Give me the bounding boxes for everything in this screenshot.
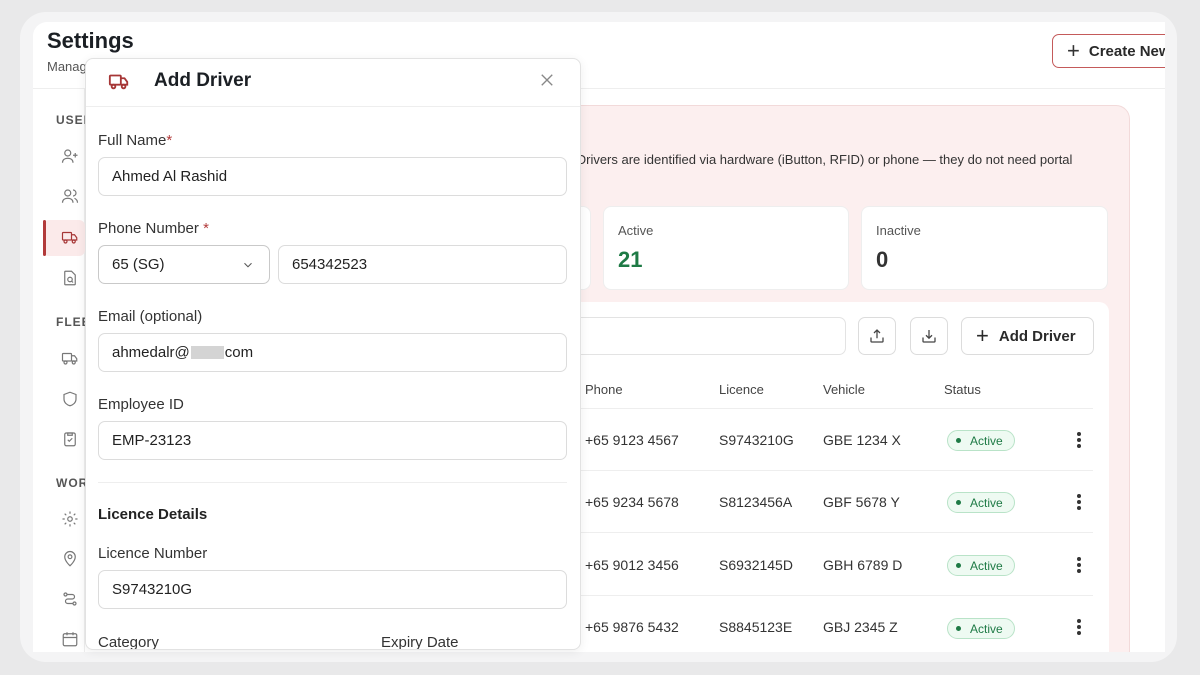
stat-active-value: 21	[618, 247, 643, 272]
user-plus-icon[interactable]	[61, 147, 79, 165]
stat-card-active: Active 21	[603, 206, 849, 290]
plus-icon: +	[1067, 38, 1080, 63]
cell-phone: +65 9876 5432	[585, 619, 679, 635]
status-label: Active	[970, 558, 1003, 573]
page-title: Settings	[47, 28, 134, 53]
vehicle-icon[interactable]	[61, 349, 79, 367]
required-mark: *	[203, 220, 209, 237]
section-divider	[98, 482, 567, 483]
status-label: Active	[970, 621, 1003, 636]
map-pin-icon[interactable]	[61, 550, 79, 568]
stat-inactive-value: 0	[876, 247, 889, 272]
column-header-phone[interactable]: Phone	[585, 382, 623, 397]
employee-id-input[interactable]: EMP-23123	[98, 421, 567, 460]
modal-title: Add Driver	[154, 70, 252, 91]
phone-number-input[interactable]: 654342523	[278, 245, 567, 284]
gear-icon[interactable]	[61, 510, 79, 528]
stat-active-label: Active	[618, 223, 654, 238]
employee-id-label: Employee ID	[98, 396, 184, 413]
drivers-info-text: s. Drivers are identified via hardware (…	[563, 152, 1073, 167]
cell-licence: S8845123E	[719, 619, 793, 635]
truck-icon[interactable]	[61, 228, 79, 246]
full-name-input[interactable]: Ahmed Al Rashid	[98, 157, 567, 196]
upload-icon	[870, 329, 884, 343]
page-subtitle: Manag	[47, 59, 87, 74]
email-label: Email (optional)	[98, 308, 203, 325]
cell-vehicle: GBJ 2345 Z	[823, 619, 898, 635]
required-mark: *	[166, 132, 173, 149]
licence-number-input[interactable]: S9743210G	[98, 570, 567, 609]
search-input[interactable]	[553, 317, 846, 355]
sidebar: USER FLEE WOR	[33, 89, 92, 652]
cell-vehicle: GBE 1234 X	[823, 432, 901, 448]
cell-licence: S8123456A	[719, 494, 793, 510]
chevron-down-icon	[241, 258, 255, 272]
column-header-vehicle[interactable]: Vehicle	[823, 382, 865, 397]
cell-licence: S9743210G	[719, 432, 794, 448]
full-name-label: Full Name*	[98, 132, 173, 149]
download-icon	[922, 330, 936, 343]
row-divider	[573, 532, 1093, 533]
close-icon[interactable]	[538, 71, 556, 89]
stat-card-inactive: Inactive 0	[861, 206, 1108, 290]
add-driver-modal: Add Driver Full Name* Ahmed Al Rashid Ph…	[85, 58, 581, 650]
status-dot	[956, 626, 961, 631]
create-new-label: Create New	[1088, 42, 1165, 60]
upload-button[interactable]	[858, 317, 896, 355]
email-value-prefix: ahmedalr@	[112, 344, 190, 361]
column-header-licence[interactable]: Licence	[719, 382, 764, 397]
stat-inactive-label: Inactive	[876, 223, 921, 238]
status-dot	[956, 500, 961, 505]
cell-phone: +65 9012 3456	[585, 557, 679, 573]
cell-vehicle: GBF 5678 Y	[823, 494, 900, 510]
row-divider	[573, 470, 1093, 471]
row-divider	[573, 595, 1093, 596]
create-new-button[interactable]: + Create New	[1052, 34, 1165, 68]
modal-header: Add Driver	[86, 59, 580, 107]
sidebar-section-workflow: WOR	[56, 476, 89, 490]
header-row-divider	[573, 408, 1093, 409]
redacted-block	[190, 346, 224, 359]
row-menu-icon[interactable]	[1076, 557, 1082, 575]
status-badge: Active	[947, 618, 1015, 639]
plus-icon: +	[976, 323, 989, 348]
row-menu-icon[interactable]	[1076, 494, 1082, 512]
status-badge: Active	[947, 492, 1015, 513]
row-menu-icon[interactable]	[1076, 619, 1082, 637]
cell-phone: +65 9123 4567	[585, 432, 679, 448]
country-code-value: 65 (SG)	[112, 256, 165, 273]
email-value-suffix: com	[224, 344, 254, 361]
file-search-icon[interactable]	[61, 269, 79, 287]
calendar-icon[interactable]	[61, 630, 79, 648]
truck-icon	[108, 70, 130, 92]
licence-number-label: Licence Number	[98, 545, 208, 562]
cell-licence: S6932145D	[719, 557, 793, 573]
status-label: Active	[970, 495, 1003, 510]
route-icon[interactable]	[61, 590, 79, 608]
cell-phone: +65 9234 5678	[585, 494, 679, 510]
country-code-select[interactable]: 65 (SG)	[98, 245, 270, 284]
status-label: Active	[970, 433, 1003, 448]
clipboard-icon[interactable]	[61, 430, 79, 448]
add-driver-label: Add Driver	[998, 327, 1076, 345]
status-dot	[956, 438, 961, 443]
cell-vehicle: GBH 6789 D	[823, 557, 903, 573]
email-input[interactable]: ahmedalr@ com	[98, 333, 567, 372]
shield-icon[interactable]	[61, 390, 79, 408]
status-badge: Active	[947, 555, 1015, 576]
phone-number-label: Phone Number *	[98, 220, 209, 237]
expiry-date-label: Expiry Date	[381, 634, 459, 650]
column-header-status[interactable]: Status	[944, 382, 981, 397]
category-label: Category	[98, 634, 159, 650]
status-dot	[956, 563, 961, 568]
licence-details-heading: Licence Details	[98, 506, 208, 523]
status-badge: Active	[947, 430, 1015, 451]
add-driver-button[interactable]: + Add Driver	[961, 317, 1094, 355]
row-menu-icon[interactable]	[1076, 432, 1082, 450]
users-icon[interactable]	[61, 187, 79, 205]
download-button[interactable]	[910, 317, 948, 355]
active-indicator	[43, 220, 46, 256]
